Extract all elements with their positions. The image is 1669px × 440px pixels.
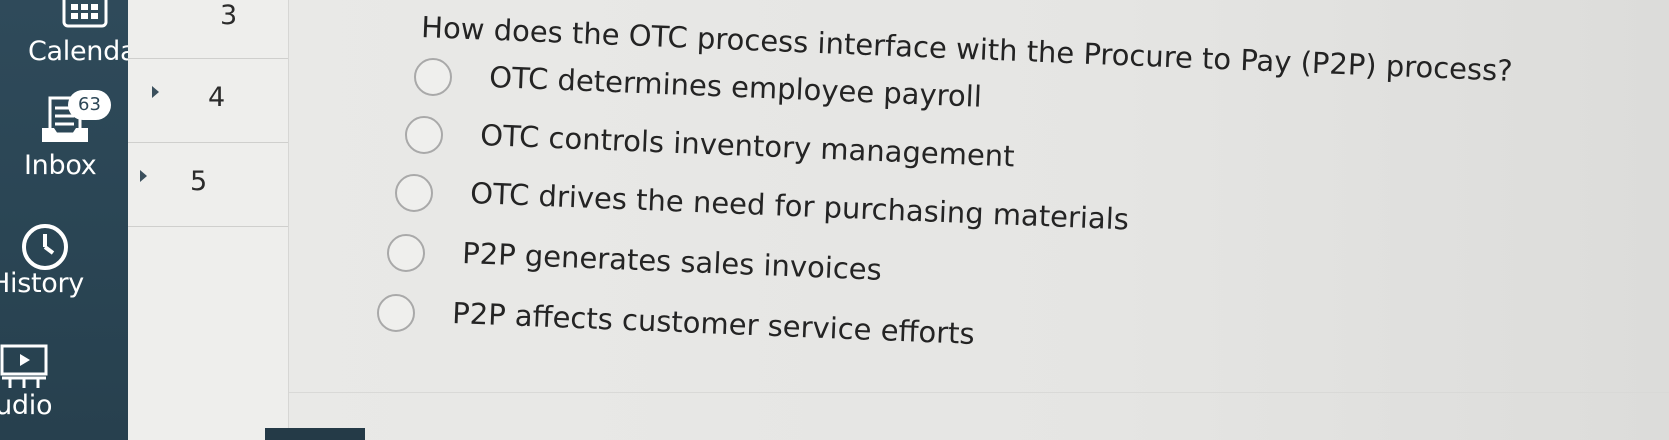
- answer-label: P2P affects customer service efforts: [451, 296, 976, 351]
- nav-label-inbox: Inbox: [24, 150, 97, 181]
- module-row[interactable]: 4: [128, 60, 288, 143]
- radio-button[interactable]: [377, 294, 415, 332]
- answer-label: OTC controls inventory management: [479, 118, 1016, 174]
- module-number: 3: [220, 0, 238, 31]
- answer-label: OTC determines employee payroll: [488, 60, 983, 114]
- quiz-question-panel: How does the OTC process interface with …: [289, 0, 1669, 440]
- module-number: 4: [208, 82, 226, 113]
- nav-label-studio: Studio: [0, 390, 53, 421]
- answer-label: P2P generates sales invoices: [461, 236, 883, 287]
- nav-label-history: History: [0, 268, 84, 299]
- module-row[interactable]: 3: [128, 0, 288, 59]
- calendar-icon: [62, 0, 108, 34]
- studio-icon: [0, 344, 52, 396]
- divider: [289, 392, 1669, 393]
- module-indicator-icon: [152, 86, 159, 98]
- module-number: 5: [190, 166, 208, 197]
- module-indicator-icon: [140, 170, 147, 182]
- radio-button[interactable]: [387, 234, 425, 272]
- radio-button[interactable]: [395, 174, 433, 212]
- radio-button[interactable]: [405, 116, 443, 154]
- footer-bar: [265, 428, 365, 440]
- module-list: 3 4 5: [128, 0, 289, 440]
- answer-label: OTC drives the need for purchasing mater…: [469, 176, 1130, 237]
- radio-button[interactable]: [414, 58, 452, 96]
- module-row[interactable]: 5: [128, 144, 288, 227]
- inbox-unread-badge: 63: [68, 90, 111, 120]
